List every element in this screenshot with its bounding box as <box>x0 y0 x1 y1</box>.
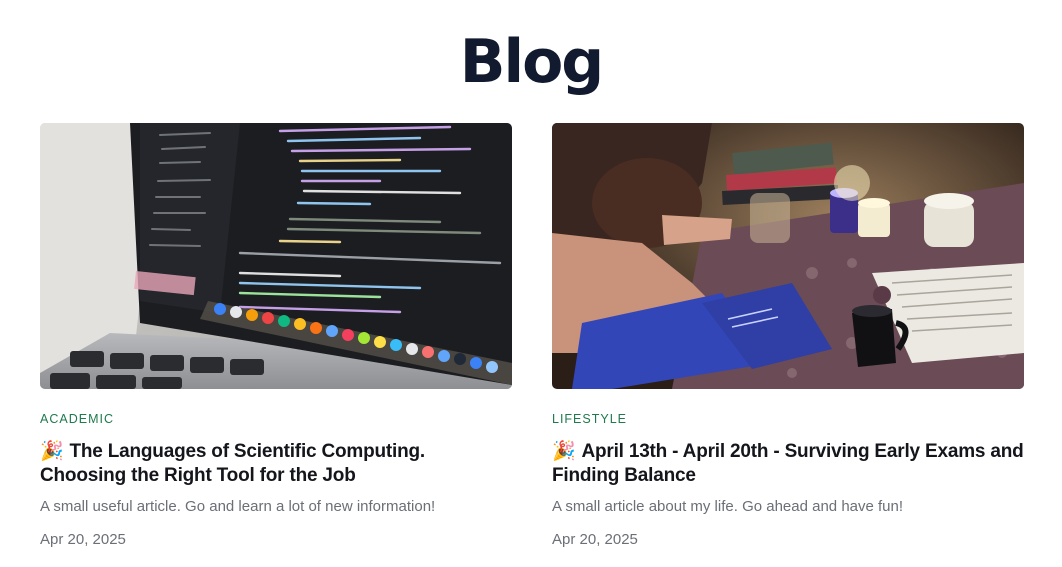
page-title: Blog <box>459 27 604 97</box>
post-excerpt: A small useful article. Go and learn a l… <box>40 498 436 515</box>
post-title[interactable]: 🎉 The Languages of Scientific Computing. … <box>40 439 512 488</box>
post-category[interactable]: LIFESTYLE <box>552 411 1024 427</box>
post-title-text[interactable]: The Languages of Scientific Computing. C… <box>40 441 425 486</box>
post-title[interactable]: 🎉 April 13th - April 20th - Surviving Ear… <box>552 439 1024 488</box>
post-date: Apr 20, 2025 <box>552 531 638 548</box>
post-category[interactable]: ACADEMIC <box>40 411 512 427</box>
post-thumbnail-student-desk[interactable] <box>552 123 1024 389</box>
blog-card-academic[interactable]: ACADEMIC 🎉 The Languages of Scientific Co… <box>40 123 512 550</box>
post-date: Apr 20, 2025 <box>40 531 126 548</box>
post-title-text[interactable]: April 13th - April 20th - Surviving Earl… <box>552 441 1024 486</box>
post-excerpt: A small article about my life. Go ahead … <box>552 498 904 515</box>
blog-card-lifestyle[interactable]: LIFESTYLE 🎉 April 13th - April 20th - Sur… <box>552 123 1024 550</box>
post-thumbnail-laptop-code[interactable] <box>40 123 512 389</box>
party-popper-icon: 🎉 <box>40 440 64 462</box>
party-popper-icon: 🎉 <box>552 440 576 462</box>
